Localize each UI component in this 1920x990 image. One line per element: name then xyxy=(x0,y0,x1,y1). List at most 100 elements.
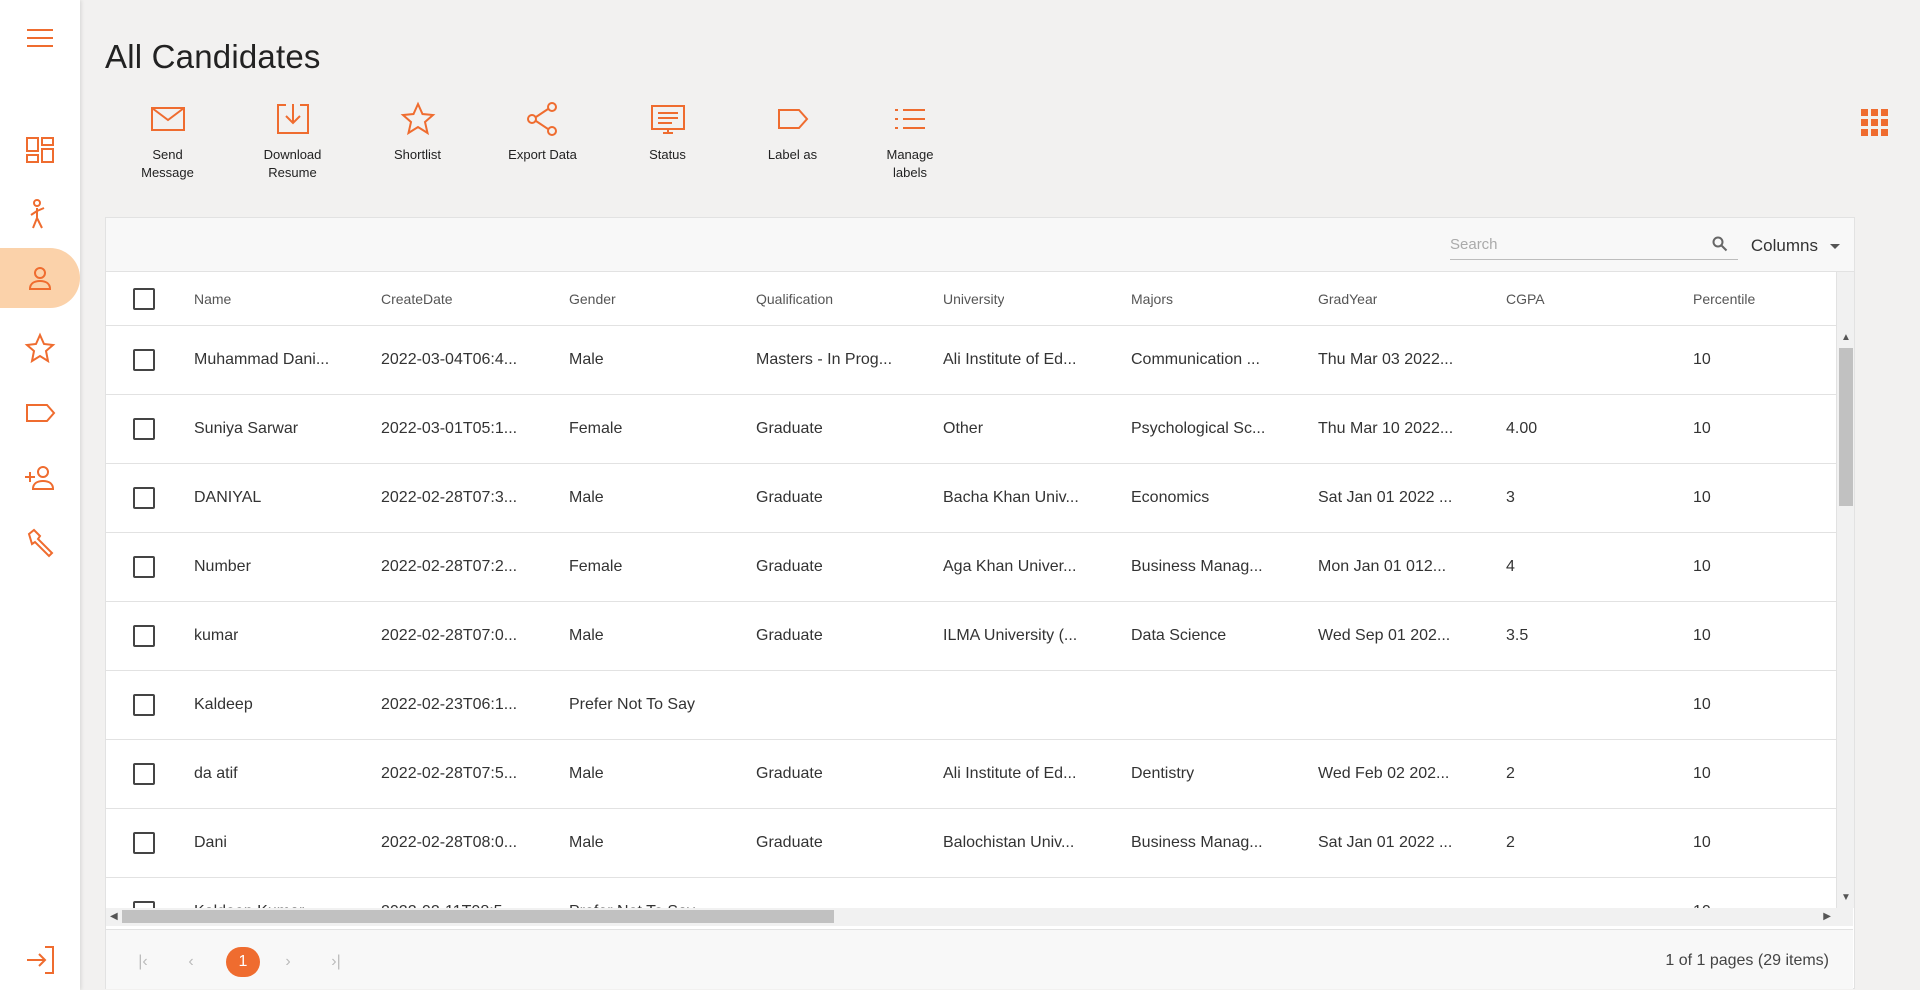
status-button[interactable]: Status xyxy=(605,100,730,182)
cell-cgpa: 2 xyxy=(1506,834,1515,851)
cell-gradyear: Sat Jan 01 2022 ... xyxy=(1318,489,1453,506)
row-checkbox[interactable] xyxy=(133,625,155,647)
cell-majors: Economics xyxy=(1131,489,1210,506)
row-checkbox[interactable] xyxy=(133,487,155,509)
label-as-button[interactable]: Label as xyxy=(730,100,855,182)
sidebar-item-applicants[interactable] xyxy=(0,185,80,245)
label-icon xyxy=(26,404,56,422)
page-button-current[interactable]: 1 xyxy=(226,947,260,977)
header-name[interactable]: Name xyxy=(194,291,231,307)
cell-gender: Prefer Not To Say xyxy=(569,696,695,713)
cell-createdate: 2022-02-28T07:0... xyxy=(381,627,518,644)
horizontal-scrollbar[interactable]: ◀ ▶ xyxy=(106,908,1853,926)
first-page-icon[interactable]: |‹ xyxy=(128,947,158,977)
row-checkbox[interactable] xyxy=(133,901,155,908)
star-outline-icon xyxy=(400,101,435,136)
header-gender[interactable]: Gender xyxy=(569,291,616,307)
person-icon xyxy=(28,267,52,290)
table-row[interactable]: Muhammad Dani... 2022-03-04T06:4... Male Ma… xyxy=(106,326,1853,395)
export-data-label: Export Data xyxy=(508,147,577,162)
cell-percentile: 10 xyxy=(1693,765,1711,782)
label-as-label: Label as xyxy=(767,147,818,162)
row-checkbox[interactable] xyxy=(133,832,155,854)
row-checkbox[interactable] xyxy=(133,694,155,716)
row-checkbox[interactable] xyxy=(133,349,155,371)
candidates-grid: Columns Name CreateDate Gender Qualifica… xyxy=(105,217,1855,989)
sidebar-item-shortlist[interactable] xyxy=(0,318,80,378)
table-row[interactable]: Number 2022-02-28T07:2... Female Graduate Ag… xyxy=(106,533,1853,602)
table-header: Name CreateDate Gender Qualification Uni… xyxy=(106,272,1853,326)
sidebar-item-dashboard[interactable] xyxy=(0,120,80,180)
cell-qualification: Graduate xyxy=(756,558,823,575)
search-icon[interactable] xyxy=(1712,236,1728,252)
search-input[interactable] xyxy=(1450,230,1700,258)
row-checkbox[interactable] xyxy=(133,418,155,440)
download-icon xyxy=(276,104,309,134)
sidebar-item-settings[interactable] xyxy=(0,513,80,573)
table-row[interactable]: DANIYAL 2022-02-28T07:3... Male Graduate Bac… xyxy=(106,464,1853,533)
cell-qualification: Masters - In Prog... xyxy=(756,351,893,368)
header-qualification[interactable]: Qualification xyxy=(756,291,833,307)
cell-createdate: 2022-02-23T06:1... xyxy=(381,696,518,713)
apps-grid-icon[interactable] xyxy=(1860,108,1890,138)
header-cgpa[interactable]: CGPA xyxy=(1506,291,1545,307)
list-icon xyxy=(895,109,925,129)
send-message-button[interactable]: Send Message xyxy=(105,100,230,182)
table-row[interactable]: kumar 2022-02-28T07:0... Male Graduate ILMA … xyxy=(106,602,1853,671)
table-row[interactable]: Dani 2022-02-28T08:0... Male Graduate Baloch… xyxy=(106,809,1853,878)
cell-university: Aga Khan Univer... xyxy=(943,558,1077,575)
cell-gradyear: Wed Feb 02 202... xyxy=(1318,765,1450,782)
cell-qualification: Graduate xyxy=(756,420,823,437)
cell-gender: Male xyxy=(569,351,604,368)
logout-button[interactable] xyxy=(0,930,80,990)
cell-university: Ali Institute of Ed... xyxy=(943,351,1077,368)
cell-cgpa: 3 xyxy=(1506,489,1515,506)
cell-gradyear: Thu Mar 03 2022... xyxy=(1318,351,1454,368)
share-icon xyxy=(526,102,557,136)
shortlist-button[interactable]: Shortlist xyxy=(355,100,480,182)
dashboard-icon xyxy=(26,137,54,163)
select-all-checkbox[interactable] xyxy=(133,288,155,310)
star-icon xyxy=(24,332,56,364)
cell-name: Muhammad Dani... xyxy=(194,351,330,368)
header-majors[interactable]: Majors xyxy=(1131,291,1173,307)
header-createdate[interactable]: CreateDate xyxy=(381,291,453,307)
horizontal-scroll-thumb[interactable] xyxy=(122,910,834,923)
header-gradyear[interactable]: GradYear xyxy=(1318,291,1377,307)
table-row[interactable]: Kaldeep Kumar2022-02-11T08:5...Prefer No… xyxy=(106,878,1853,908)
scroll-right-icon[interactable]: ▶ xyxy=(1823,911,1831,922)
sidebar-item-add-user[interactable] xyxy=(0,448,80,508)
columns-dropdown[interactable]: Columns xyxy=(1751,236,1840,256)
export-data-button[interactable]: Export Data xyxy=(480,100,605,182)
scroll-left-icon[interactable]: ◀ xyxy=(110,911,118,922)
prev-page-icon[interactable]: ‹ xyxy=(176,947,206,977)
cell-majors: Business Manag... xyxy=(1131,834,1263,851)
label-outline-icon xyxy=(777,109,808,129)
header-percentile[interactable]: Percentile xyxy=(1693,291,1755,307)
cell-cgpa: 4 xyxy=(1506,558,1515,575)
download-resume-button[interactable]: Download Resume xyxy=(230,100,355,182)
mail-icon xyxy=(150,107,185,131)
table-row[interactable]: Suniya Sarwar 2022-03-01T05:1... Female Gra… xyxy=(106,395,1853,464)
vertical-scroll-thumb[interactable] xyxy=(1839,348,1853,506)
row-checkbox[interactable] xyxy=(133,556,155,578)
next-page-icon[interactable]: › xyxy=(273,947,303,977)
scroll-up-icon[interactable]: ▲ xyxy=(1841,332,1851,343)
vertical-scrollbar[interactable]: ▲ ▼ xyxy=(1836,272,1854,908)
cell-createdate: 2022-02-28T07:3... xyxy=(381,489,518,506)
menu-button[interactable] xyxy=(0,8,80,68)
cell-gender: Male xyxy=(569,627,604,644)
cell-gradyear: Wed Sep 01 202... xyxy=(1318,627,1451,644)
table-row[interactable]: Kaldeep 2022-02-23T06:1... Prefer Not To S… xyxy=(106,671,1853,740)
sidebar-item-candidates[interactable] xyxy=(0,248,80,308)
table-row[interactable]: da atif 2022-02-28T07:5... Male Graduate Ali… xyxy=(106,740,1853,809)
manage-labels-button[interactable]: Manage labels xyxy=(855,100,965,182)
header-university[interactable]: University xyxy=(943,291,1004,307)
cell-createdate: 2022-02-28T07:5... xyxy=(381,765,518,782)
last-page-icon[interactable]: ›| xyxy=(321,947,351,977)
logout-icon xyxy=(27,946,54,974)
row-checkbox[interactable] xyxy=(133,763,155,785)
cell-majors: Dentistry xyxy=(1131,765,1195,782)
scroll-down-icon[interactable]: ▼ xyxy=(1841,892,1851,903)
sidebar-item-labels[interactable] xyxy=(0,383,80,443)
